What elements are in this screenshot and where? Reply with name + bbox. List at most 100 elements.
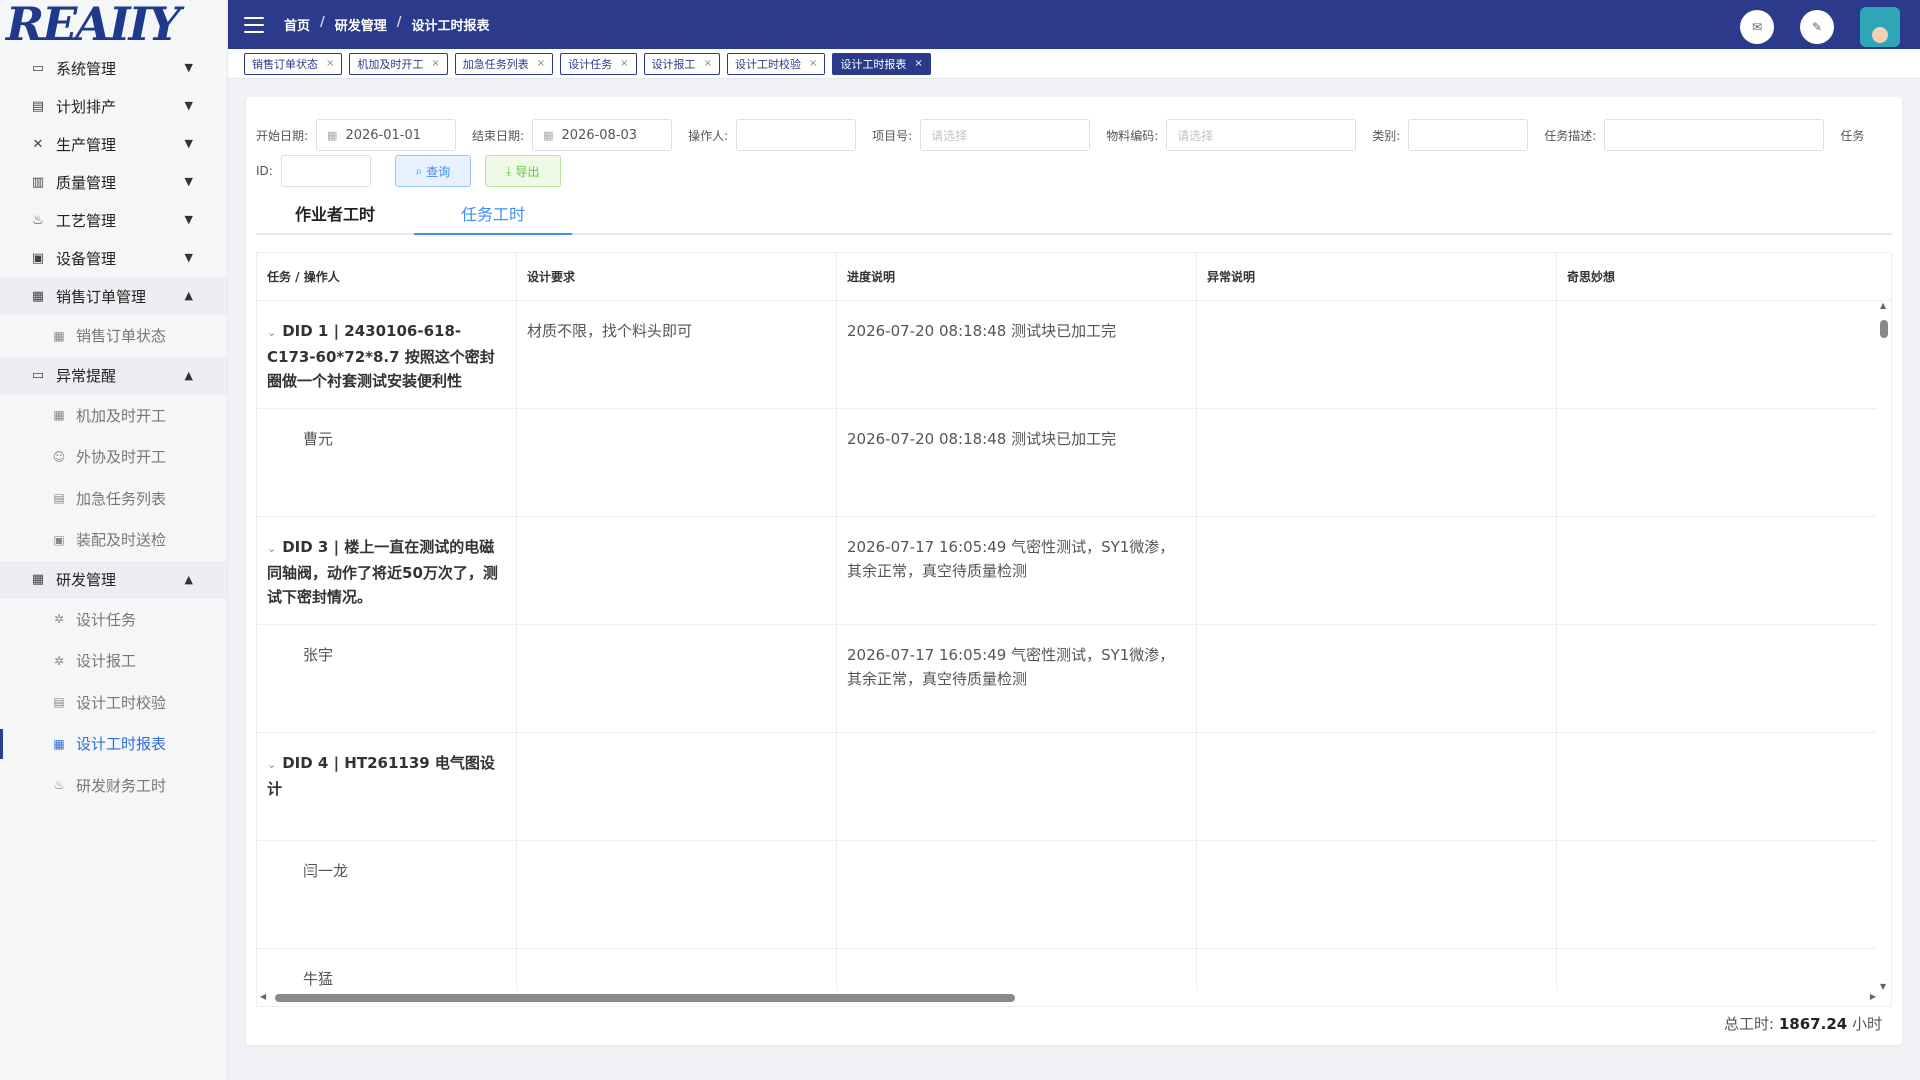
category-label: 类别: (1372, 128, 1401, 143)
avatar[interactable] (1860, 7, 1900, 47)
list-icon: ▤ (53, 491, 65, 506)
table-body: ⌄ DID 1 | 2430106-618-C173-60*72*8.7 按照这个… (257, 301, 1891, 991)
sidebar-item[interactable]: ▤ 加急任务列表 (0, 478, 227, 520)
operator-row[interactable]: 闫一龙 (257, 841, 1891, 949)
total-hours-value: 1867.24 (1778, 1015, 1848, 1033)
hamburger-menu-icon[interactable] (244, 16, 264, 33)
column-header-exception[interactable]: 异常说明 (1197, 253, 1557, 300)
horizontal-scrollbar[interactable]: ◀ ▶ (257, 990, 1879, 1006)
sidebar-group-title[interactable]: ♨ 工艺管理 ▼ (0, 201, 227, 239)
tags-view: 销售订单状态 × 机加及时开工 × 加急任务列表 × 设计任务 × 设计报工 × 设计工时校验 × 设计… (228, 49, 1920, 79)
sidebar-item[interactable]: ▦ 设计工时报表 (0, 723, 227, 765)
cell-task: ⌄ DID 1 | 2430106-618-C173-60*72*8.7 按照这个… (257, 301, 517, 408)
sidebar-group-title[interactable]: ✕ 生产管理 ▼ (0, 125, 227, 163)
sidebar-group-title[interactable]: ▦ 销售订单管理 ▲ (0, 277, 227, 315)
scroll-up-icon[interactable]: ▲ (1880, 301, 1886, 310)
document-icon: ▥ (31, 174, 45, 190)
task-id-input[interactable] (280, 155, 371, 187)
chevron-down-icon[interactable]: ⌄ (267, 326, 276, 339)
task-row[interactable]: ⌄ DID 3 | 楼上一直在测试的电磁同轴阀，动作了将近50万次了，测试下密封情… (257, 517, 1891, 625)
end-date-input[interactable]: ▦ 2026-08-03 (532, 119, 673, 151)
sidebar-group-title[interactable]: ▦ 研发管理 ▲ (0, 560, 227, 599)
operator-row[interactable]: 曹元 2026-07-20 08:18:48 测试块已加工完 (257, 409, 1891, 517)
sidebar-item[interactable]: ▤ 设计工时校验 (0, 682, 227, 724)
chevron-down-icon[interactable]: ⌄ (267, 758, 276, 771)
operator-input[interactable] (736, 119, 857, 151)
sidebar-group-title[interactable]: ▥ 质量管理 ▼ (0, 163, 227, 201)
sidebar-item[interactable]: ▦ 机加及时开工 (0, 395, 227, 437)
breadcrumb-section[interactable]: 研发管理 (335, 15, 387, 34)
category-input[interactable] (1408, 119, 1529, 151)
scroll-right-icon[interactable]: ▶ (1870, 992, 1876, 1001)
sidebar-group-title[interactable]: ▭ 系统管理 ▼ (0, 49, 227, 87)
task-desc-input[interactable] (1604, 119, 1825, 151)
cell-requirement (517, 409, 837, 516)
column-header-progress[interactable]: 进度说明 (837, 253, 1197, 300)
tab-task-hours[interactable]: 任务工时 (414, 197, 572, 235)
edit-icon[interactable]: ✎ (1800, 10, 1834, 44)
cell-idea (1557, 409, 1891, 516)
close-icon[interactable]: × (620, 58, 628, 69)
column-header-task[interactable]: 任务 / 操作人 (257, 253, 517, 300)
sidebar-item[interactable]: ✲ 设计报工 (0, 640, 227, 682)
operator-row[interactable]: 张宇 2026-07-17 16:05:49 气密性测试，SY1微渗，其余正常，真… (257, 625, 1891, 733)
end-date-value: 2026-08-03 (561, 127, 638, 143)
sidebar-item[interactable]: ▣ 装配及时送检 (0, 519, 227, 561)
sidebar-group: ♨ 工艺管理 ▼ (0, 201, 227, 239)
material-select[interactable]: 请选择 (1166, 119, 1357, 151)
column-header-idea[interactable]: 奇思妙想 (1557, 253, 1891, 300)
column-header-requirement[interactable]: 设计要求 (517, 253, 837, 300)
mail-icon[interactable]: ✉ (1740, 10, 1774, 44)
vertical-scrollbar[interactable]: ▲ ▼ (1877, 301, 1891, 991)
close-icon[interactable]: × (809, 58, 817, 69)
task-row[interactable]: ⌄ DID 4 | HT261139 电气图设计 (257, 733, 1891, 841)
chevron-down-icon[interactable]: ⌄ (267, 542, 276, 555)
caret-down-icon: ▼ (184, 99, 193, 112)
header-actions: ✉ ✎ (1740, 7, 1900, 47)
close-icon[interactable]: × (431, 58, 439, 69)
breadcrumb-home[interactable]: 首页 (284, 15, 310, 34)
tag-item[interactable]: 加急任务列表 × (454, 52, 554, 75)
horizontal-scroll-thumb[interactable] (275, 994, 1015, 1002)
cell-progress: 2026-07-17 16:05:49 气密性测试，SY1微渗，其余正常，真空待… (837, 625, 1197, 732)
tag-label: 设计工时报表 (840, 57, 907, 71)
process-icon: ♨ (32, 212, 44, 228)
tag-item[interactable]: 设计任务 × (560, 52, 637, 75)
start-date-input[interactable]: ▦ 2026-01-01 (316, 119, 457, 151)
cell-exception (1197, 949, 1557, 991)
close-icon[interactable]: × (537, 58, 545, 69)
sidebar-group-title[interactable]: ▣ 设备管理 ▼ (0, 239, 227, 277)
sidebar-item[interactable]: ♨ 研发财务工时 (0, 765, 227, 807)
cell-requirement: 材质不限，找个料头即可 (517, 301, 837, 408)
tag-item[interactable]: 设计报工 × (643, 52, 720, 75)
cell-idea (1557, 841, 1891, 948)
task-id-label-part1: 任务 (1840, 128, 1865, 143)
task-row[interactable]: ⌄ DID 1 | 2430106-618-C173-60*72*8.7 按照这个… (257, 301, 1891, 409)
total-hours-unit: 小时 (1851, 1015, 1882, 1033)
sidebar-item[interactable]: ▦ 销售订单状态 (0, 315, 227, 357)
vertical-scroll-thumb[interactable] (1880, 320, 1888, 338)
operator-row[interactable]: 牛猛 (257, 949, 1891, 991)
close-icon[interactable]: × (326, 58, 334, 69)
sidebar-item[interactable]: ☺ 外协及时开工 (0, 436, 227, 478)
export-button[interactable]: ⤓ 导出 (484, 155, 561, 187)
sidebar-group: ▭ 异常提醒 ▲ ▦ 机加及时开工 ☺ 外协及时开工 ▤ 加急任务列表 ▣ 装配及时送检 (0, 356, 227, 561)
tag-item[interactable]: 设计工时校验 × (726, 52, 826, 75)
sidebar-item-label: 销售订单状态 (76, 327, 167, 346)
tag-item[interactable]: 销售订单状态 × (244, 52, 343, 75)
project-select[interactable]: 请选择 (920, 119, 1091, 151)
sidebar-group-title[interactable]: ▭ 异常提醒 ▲ (0, 356, 227, 395)
scroll-down-icon[interactable]: ▼ (1880, 982, 1886, 991)
sidebar-group-title[interactable]: ▤ 计划排产 ▼ (0, 87, 227, 125)
sidebar-group-label: 系统管理 (56, 59, 117, 78)
tab-operator-hours[interactable]: 作业者工时 (256, 197, 414, 233)
caret-down-icon: ▼ (184, 251, 193, 264)
sidebar-item[interactable]: ✲ 设计任务 (0, 599, 227, 641)
scroll-left-icon[interactable]: ◀ (260, 992, 266, 1001)
cell-progress (837, 949, 1197, 991)
close-icon[interactable]: × (704, 58, 712, 69)
query-button[interactable]: ⌕ 查询 (394, 155, 471, 187)
close-icon[interactable]: × (914, 58, 922, 69)
tag-item[interactable]: 机加及时开工 × (349, 52, 448, 75)
tag-item[interactable]: 设计工时报表 × (832, 52, 931, 75)
